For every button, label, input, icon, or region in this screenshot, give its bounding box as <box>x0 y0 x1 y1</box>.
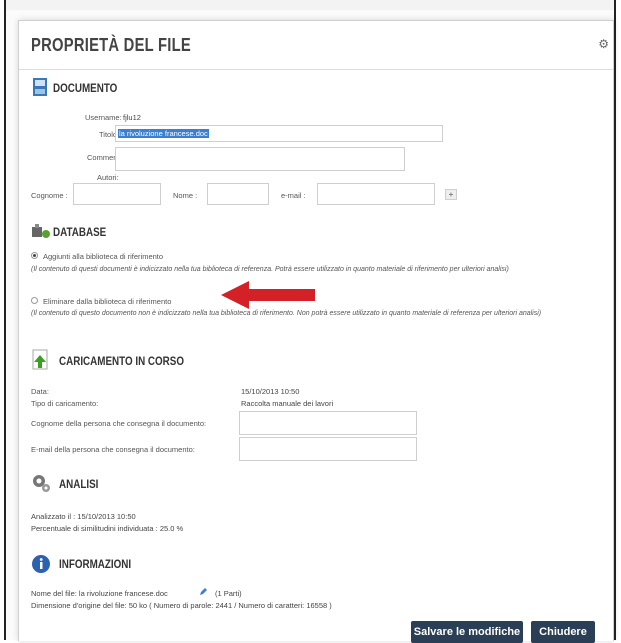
info-size: Dimensione d'origine del file: 50 ko ( N… <box>31 601 332 610</box>
info-filename: Nome del file: la rivoluzione francese.d… <box>31 589 168 598</box>
edit-pencil-icon[interactable] <box>199 587 208 596</box>
section-caricamento: CARICAMENTO IN CORSO <box>59 354 185 368</box>
section-database: DATABASE <box>53 225 107 239</box>
consegna-email-input[interactable] <box>239 437 417 461</box>
option-add-label: Aggiunti alla biblioteca di riferimento <box>43 252 164 261</box>
analisi-date: Analizzato il : 15/10/2013 10:50 <box>31 512 136 521</box>
titolo-value: la rivoluzione francese.doc <box>118 129 209 138</box>
info-icon <box>32 555 50 573</box>
section-analisi: ANALISI <box>59 477 99 491</box>
red-arrow-icon <box>221 281 315 309</box>
radio-remove-library[interactable] <box>31 297 38 304</box>
top-strip <box>6 0 614 10</box>
titolo-input[interactable]: la rivoluzione francese.doc <box>115 125 443 142</box>
nome-label: Nome : <box>173 191 198 200</box>
commenti-textarea[interactable] <box>115 147 405 171</box>
data-value: 15/10/2013 10:50 <box>241 387 300 396</box>
cognome-input[interactable] <box>73 183 161 205</box>
analisi-percent: Percentuale di similitudini individuata … <box>31 524 184 533</box>
dialog-title: PROPRIETÀ DEL FILE <box>31 35 191 55</box>
tipo-value: Raccolta manuale dei lavori <box>241 399 334 408</box>
document-icon <box>33 78 47 96</box>
username-value: fjlu12 <box>123 113 141 122</box>
data-label: Data: <box>31 387 49 396</box>
gears-icon <box>33 475 50 492</box>
section-documento: DOCUMENTO <box>53 81 118 95</box>
radio-add-library[interactable] <box>31 252 38 259</box>
section-informazioni: INFORMAZIONI <box>59 557 132 571</box>
upload-icon <box>32 349 48 370</box>
title-divider <box>19 69 613 70</box>
nome-input[interactable] <box>207 183 269 205</box>
option-remove-label: Eliminare dalla biblioteca di riferiment… <box>43 297 172 306</box>
autori-label: Autori: <box>97 173 119 182</box>
cognome-label: Cognome : <box>31 191 68 200</box>
option-add-note: (Il contenuto di questi documenti è indi… <box>31 266 509 273</box>
database-icon <box>32 224 50 238</box>
info-parts: (1 Parti) <box>215 589 242 598</box>
file-properties-dialog: PROPRIETÀ DEL FILE ⚙ DOCUMENTO Username:… <box>18 20 614 643</box>
consegna-cognome-label: Cognome della persona che consegna il do… <box>31 419 207 428</box>
tipo-label: Tipo di caricamento: <box>31 399 99 408</box>
consegna-cognome-input[interactable] <box>239 411 417 435</box>
add-author-button[interactable]: + <box>445 189 457 200</box>
email-label: e-mail : <box>281 191 306 200</box>
close-gear-icon[interactable]: ⚙ <box>598 37 609 51</box>
username-label: Username: <box>85 113 122 122</box>
email-input[interactable] <box>317 183 435 205</box>
consegna-email-label: E-mail della persona che consegna il doc… <box>31 445 195 454</box>
